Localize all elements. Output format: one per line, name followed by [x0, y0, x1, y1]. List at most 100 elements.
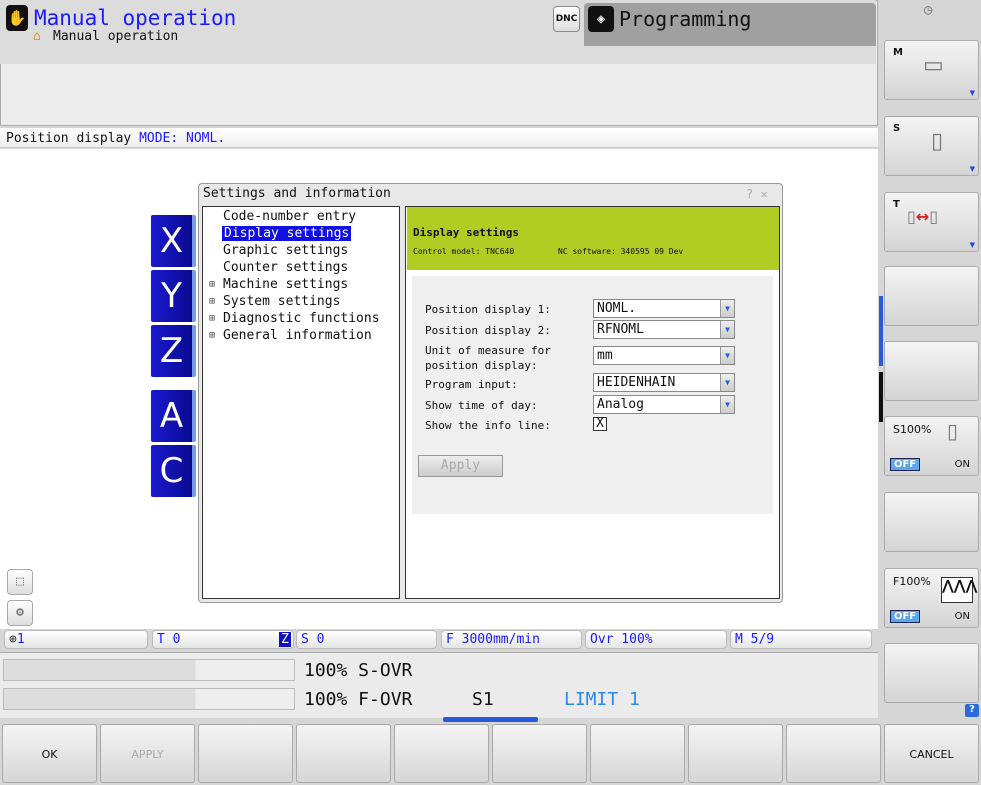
home-icon: ⌂	[33, 29, 41, 44]
tree-item-graphic-settings[interactable]: Graphic settings	[223, 243, 348, 258]
frame-icon[interactable]: ⬚	[7, 569, 33, 595]
tool-status: T 0 Z	[152, 630, 294, 649]
unit-select[interactable]: mm ▼	[593, 346, 735, 365]
softkey-empty[interactable]	[296, 724, 391, 783]
unit-label: Unit of measure for position display:	[425, 344, 551, 372]
mode-title: Manual operation	[34, 6, 237, 30]
dialog-title: Settings and information	[203, 186, 391, 201]
softkey-label: S	[893, 123, 901, 134]
off-label: OFF	[890, 458, 921, 471]
position-display-1-label: Position display 1:	[425, 303, 551, 316]
on-label: ON	[954, 459, 970, 470]
tree-item-display-settings[interactable]: Display settings	[222, 226, 352, 241]
position-display-1-select[interactable]: NOML. ▼	[593, 299, 735, 318]
chevron-down-icon[interactable]: ▼	[720, 396, 734, 413]
zigzag-icon: ⋀⋀⋀	[941, 577, 977, 603]
cancel-button[interactable]: CANCEL	[884, 724, 979, 783]
feed-override-softkey[interactable]: F100% ⋀⋀⋀ OFF ON	[884, 568, 979, 628]
programming-tab-label[interactable]: Programming	[619, 7, 751, 31]
select-value: HEIDENHAIN	[597, 375, 676, 390]
spindle-override-softkey[interactable]: S100% ▯ OFF ON	[884, 416, 979, 476]
axis-x[interactable]: X	[151, 215, 196, 267]
scroll-indicator[interactable]	[879, 296, 883, 366]
clock-icon: ◷	[924, 2, 933, 18]
tree-item-code-number[interactable]: Code-number entry	[223, 209, 356, 224]
tree-item-counter-settings[interactable]: Counter settings	[223, 260, 348, 275]
tree-item-diagnostic-functions[interactable]: Diagnostic functions	[223, 311, 380, 326]
tree-item-system-settings[interactable]: System settings	[223, 294, 340, 309]
spindle-icon: ▯	[931, 129, 944, 154]
ok-button[interactable]: OK	[2, 724, 97, 783]
softkey-empty[interactable]	[198, 724, 293, 783]
tree-item-general-information[interactable]: General information	[223, 328, 372, 343]
s-ovr-bar	[3, 659, 295, 681]
tree-item-machine-settings[interactable]: Machine settings	[223, 277, 348, 292]
expand-icon[interactable]: ⊞	[209, 279, 215, 290]
axis-a[interactable]: A	[151, 390, 196, 442]
breadcrumb: Manual operation	[53, 29, 179, 44]
chevron-down-icon[interactable]: ▼	[720, 347, 734, 364]
position-display-2-select[interactable]: RFNOML ▼	[593, 320, 735, 339]
crosshair-icon: ⊕	[9, 632, 17, 647]
select-value: NOML.	[597, 301, 637, 316]
dnc-button[interactable]: DNC	[553, 6, 580, 32]
softkey-empty[interactable]	[394, 724, 489, 783]
apply-button[interactable]: Apply	[418, 455, 503, 477]
softkey-empty[interactable]	[884, 492, 979, 552]
spindle-icon: ▯	[947, 419, 959, 443]
on-label: ON	[954, 611, 970, 622]
axis-c[interactable]: C	[151, 445, 196, 497]
tool-softkey[interactable]: T ▯↔▯ ▼	[884, 192, 979, 252]
time-of-day-select[interactable]: Analog ▼	[593, 395, 735, 414]
chevron-down-icon[interactable]: ▼	[720, 321, 734, 338]
chevron-down-icon[interactable]: ▼	[720, 374, 734, 391]
tool-value: T 0	[157, 632, 181, 647]
m-function-status: M 5/9	[730, 630, 872, 649]
softkey-label: S100%	[893, 423, 932, 436]
preset-status: ⊕1	[4, 630, 148, 649]
softkey-empty[interactable]	[884, 643, 979, 703]
program-input-select[interactable]: HEIDENHAIN ▼	[593, 373, 735, 392]
info-mode: MODE: NOML.	[139, 131, 226, 146]
nc-software: NC software: 340595 09 Dev	[558, 247, 684, 256]
machine-icon[interactable]: ⚙	[7, 600, 33, 626]
tool-change-icon: ▯↔▯	[907, 207, 939, 226]
apply-softkey[interactable]: APPLY	[100, 724, 195, 783]
dropdown-icon: ▼	[969, 241, 975, 249]
f-ovr-text: 100% F-OVR	[304, 689, 413, 710]
program-input-label: Program input:	[425, 378, 518, 391]
axis-z[interactable]: Z	[151, 325, 196, 377]
expand-icon[interactable]: ⊞	[209, 296, 215, 307]
softkey-empty[interactable]	[492, 724, 587, 783]
chevron-down-icon[interactable]: ▼	[720, 300, 734, 317]
s-ovr-text: 100% S-OVR	[304, 660, 413, 681]
info-line-checkbox[interactable]: X	[593, 417, 607, 431]
expand-icon[interactable]: ⊞	[209, 313, 215, 324]
panel-title: Display settings	[413, 226, 519, 239]
info-label: Position display	[6, 131, 132, 146]
dialog-controls[interactable]: ? ✕	[746, 187, 768, 201]
dropdown-icon: ▼	[969, 89, 975, 97]
softkey-page-indicator	[443, 717, 538, 722]
position-display-2-label: Position display 2:	[425, 324, 551, 337]
softkey-empty[interactable]	[786, 724, 881, 783]
settings-tree: Code-number entry Display settings Graph…	[202, 206, 400, 599]
softkey-empty[interactable]	[688, 724, 783, 783]
info-line-label: Show the info line:	[425, 419, 551, 432]
dropdown-icon: ▼	[969, 165, 975, 173]
off-label: OFF	[890, 610, 921, 623]
softkey-empty[interactable]	[884, 341, 979, 401]
softkey-empty[interactable]	[884, 266, 979, 326]
tool-axis: Z	[279, 632, 291, 647]
expand-icon[interactable]: ⊞	[209, 330, 215, 341]
axis-y[interactable]: Y	[151, 270, 196, 322]
spindle-softkey[interactable]: S ▯ ▼	[884, 116, 979, 176]
softkey-label: F100%	[893, 575, 931, 588]
m-function-softkey[interactable]: M ▭ ▼	[884, 40, 979, 100]
feed-status: F 3000mm/min	[441, 630, 582, 649]
help-icon[interactable]: ?	[965, 704, 979, 717]
softkey-label: T	[893, 199, 900, 210]
softkey-empty[interactable]	[590, 724, 685, 783]
override-status: Ovr 100%	[585, 630, 727, 649]
control-model: Control model: TNC640	[413, 247, 515, 256]
